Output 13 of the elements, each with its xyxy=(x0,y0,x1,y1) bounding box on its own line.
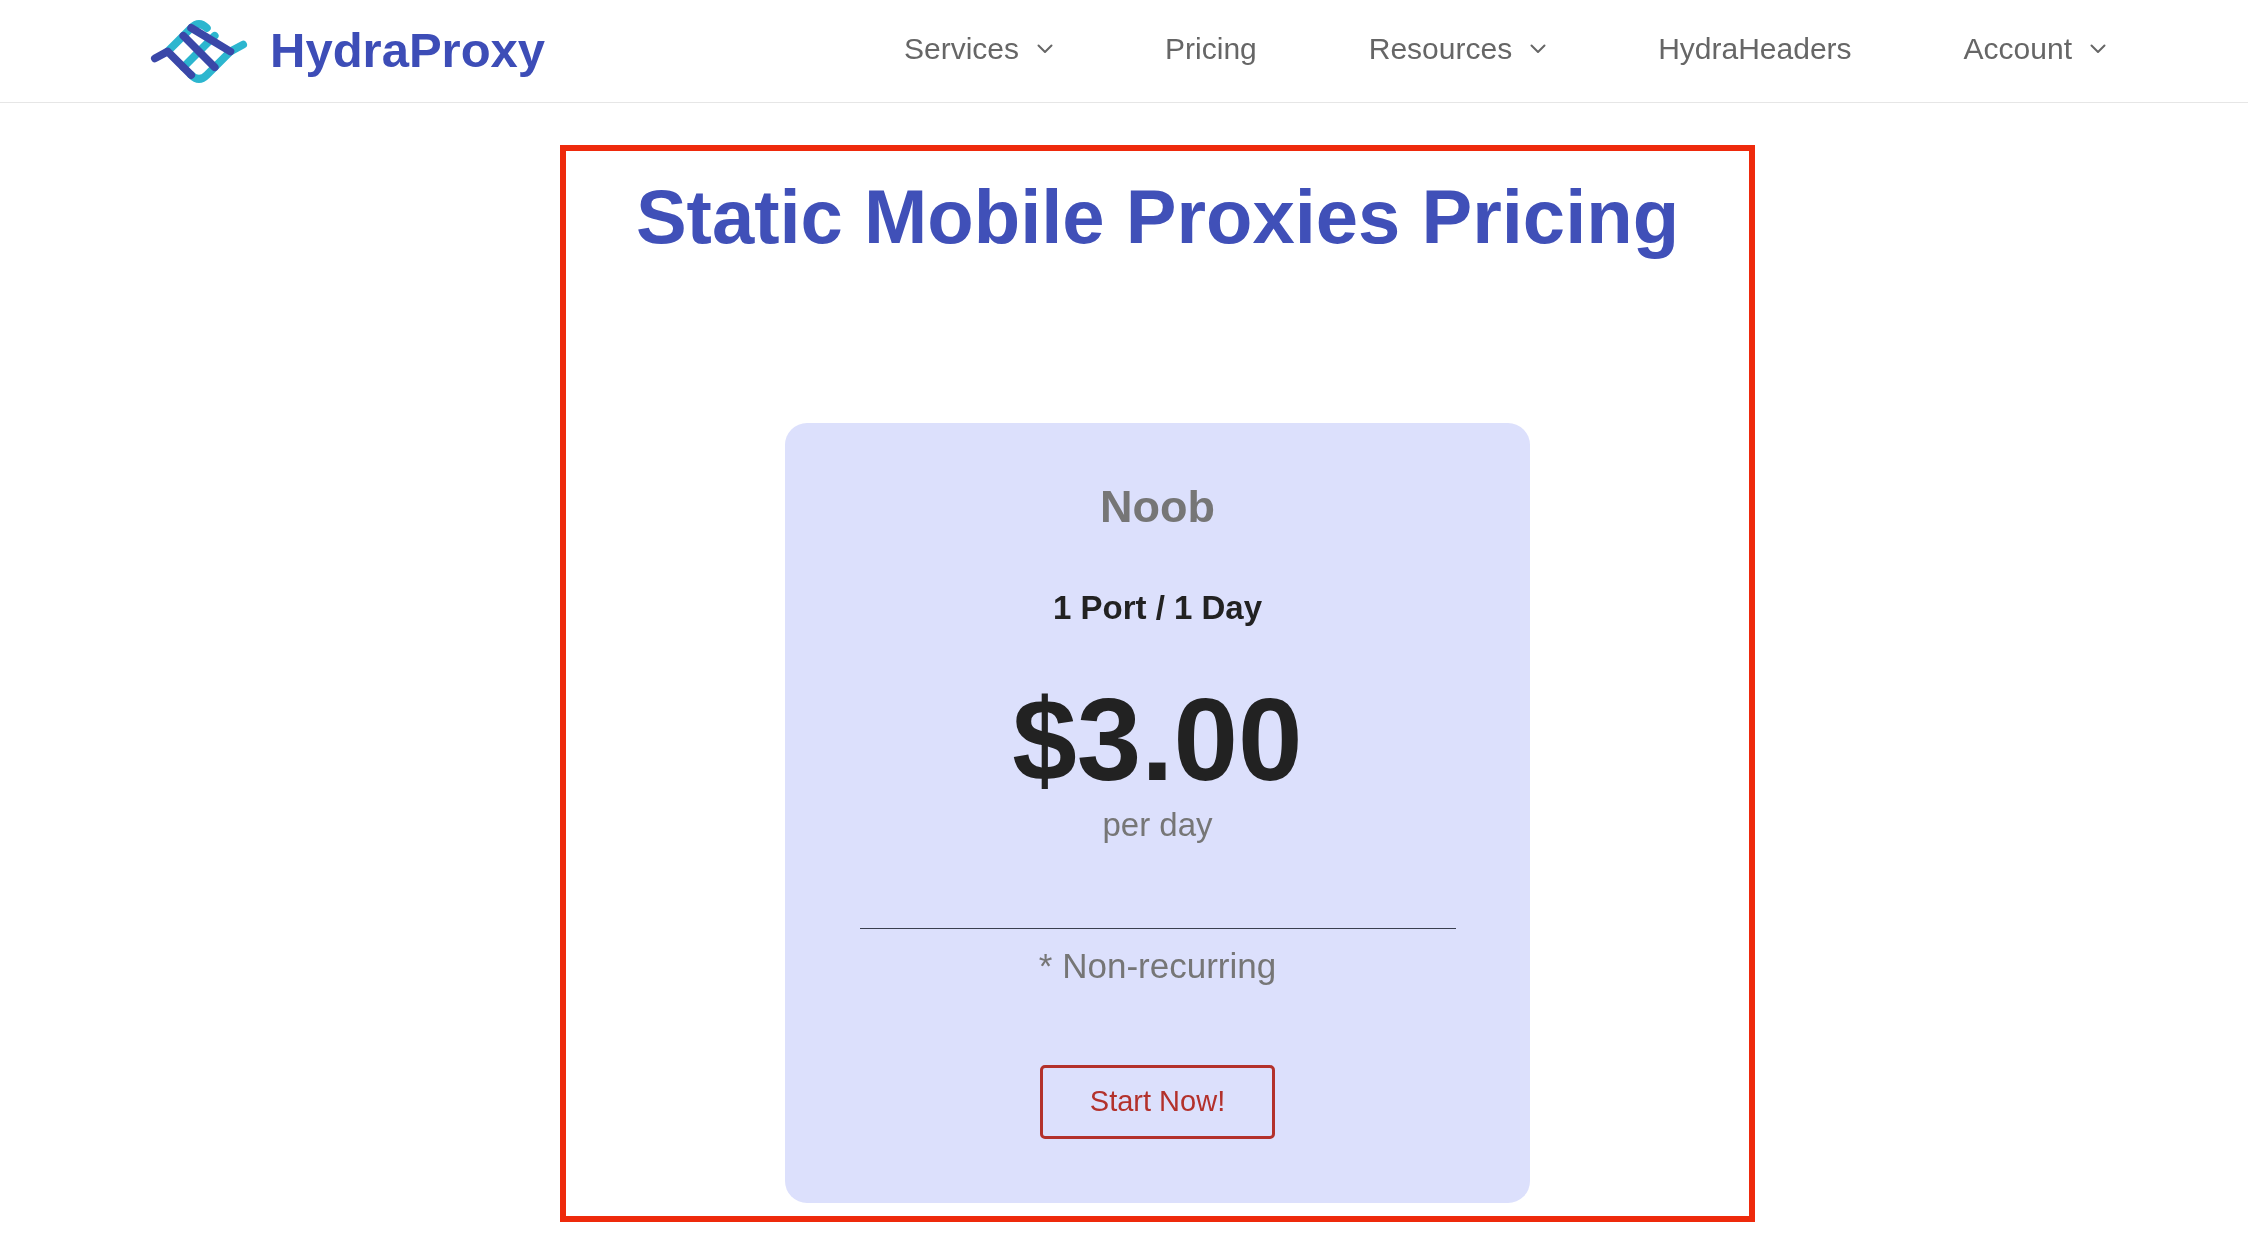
nav-link[interactable]: HydraHeaders xyxy=(1658,31,1852,67)
start-button[interactable]: Start Now! xyxy=(1040,1064,1275,1139)
nav-link[interactable]: Pricing xyxy=(1165,31,1257,67)
price-period: per day xyxy=(1102,805,1213,845)
plan-quota: 1 Port / 1 Day xyxy=(1052,588,1263,628)
plan-price: $3.00 xyxy=(1012,676,1303,805)
plan-note: * Non-recurring xyxy=(1038,944,1277,987)
page-title: Static Mobile Proxies Pricing xyxy=(635,173,1680,261)
plan-name: Noob xyxy=(1100,480,1215,535)
nav-link[interactable]: Resources xyxy=(1368,31,1547,67)
nav-link[interactable]: Services xyxy=(904,31,1054,67)
logo-text[interactable]: HydraProxy xyxy=(270,24,546,78)
nav-link[interactable]: Account xyxy=(1963,31,2106,67)
